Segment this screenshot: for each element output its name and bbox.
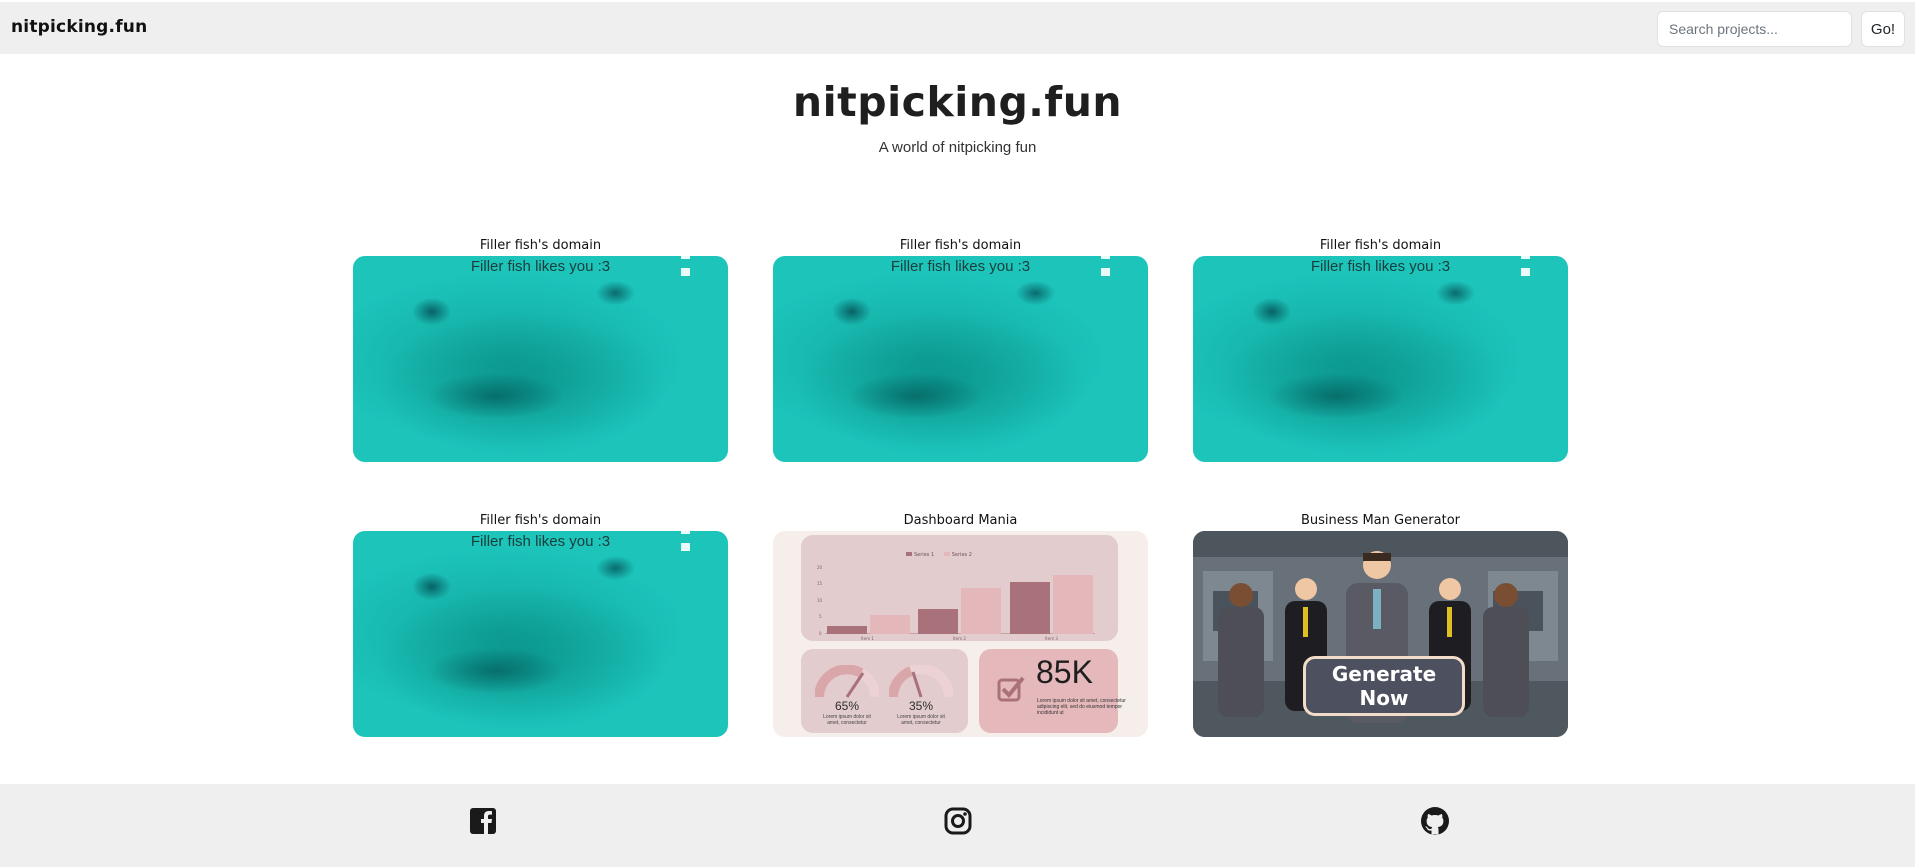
github-link[interactable] xyxy=(1419,805,1451,837)
facebook-icon xyxy=(470,808,496,834)
facebook-link[interactable] xyxy=(467,805,499,837)
bar-series-2-item-2 xyxy=(961,588,1001,634)
navbar: nitpicking.fun Go! xyxy=(0,0,1915,54)
go-button[interactable]: Go! xyxy=(1861,11,1905,47)
bar-series-1-item-2 xyxy=(918,609,958,634)
card-image-link[interactable]: Series 1 Series 2 20 15 10 5 0 Item 1 It… xyxy=(773,531,1148,737)
card-title: Filler fish's domain xyxy=(479,513,602,528)
x-label: Item 3 xyxy=(1045,636,1058,641)
legend-swatch-series-2 xyxy=(943,552,950,556)
navbar-brand[interactable]: nitpicking.fun xyxy=(11,17,147,37)
bar-series-2-item-3 xyxy=(1053,575,1093,634)
github-icon xyxy=(1421,807,1449,835)
page-subtitle: A world of nitpicking fun xyxy=(878,139,1037,156)
bar-series-1-item-1 xyxy=(827,626,867,634)
instagram-icon xyxy=(944,807,972,835)
card-caption: Filler fish likes you :3 xyxy=(890,258,1031,275)
card-image-link[interactable]: Filler fish likes you :3 xyxy=(353,531,728,737)
card-image-link[interactable]: Generate Now xyxy=(1193,531,1568,737)
checkbox-icon xyxy=(997,676,1025,702)
card-title: Filler fish's domain xyxy=(1319,238,1442,253)
card-caption: Filler fish likes you :3 xyxy=(470,533,611,550)
y-tick: 5 xyxy=(819,614,822,619)
card-image-link[interactable]: Filler fish likes you :3 xyxy=(1193,256,1568,462)
gauge-left-caption: Lorem ipsum dolor sit amet, consectetur xyxy=(823,714,871,726)
y-tick: 0 xyxy=(819,631,822,636)
legend-swatch-series-1 xyxy=(906,552,912,556)
page-title: nitpicking.fun xyxy=(792,78,1123,126)
card-caption: Filler fish likes you :3 xyxy=(470,258,611,275)
card-image-link[interactable]: Filler fish likes you :3 xyxy=(773,256,1148,462)
y-tick: 10 xyxy=(817,598,823,603)
y-tick: 20 xyxy=(817,565,823,570)
gauge-right-value: 35% xyxy=(909,699,934,713)
bar-series-2-item-1 xyxy=(870,615,910,634)
instagram-link[interactable] xyxy=(942,805,974,837)
kpi-caption: Lorem ipsum dolor sit amet, consectetur … xyxy=(1037,698,1126,716)
card-title: Business Man Generator xyxy=(1300,513,1461,528)
search-input[interactable] xyxy=(1657,11,1852,47)
x-label: Item 2 xyxy=(953,636,966,641)
card-title: Filler fish's domain xyxy=(479,238,602,253)
card-title: Dashboard Mania xyxy=(903,513,1018,528)
card-image-link[interactable]: Filler fish likes you :3 xyxy=(353,256,728,462)
gauge-right-caption: Lorem ipsum dolor sit amet, consectetur xyxy=(897,714,945,726)
generate-now-button[interactable]: Generate Now xyxy=(1303,656,1465,716)
bar-series-1-item-3 xyxy=(1010,582,1050,634)
y-tick: 15 xyxy=(817,581,823,586)
card-caption: Filler fish likes you :3 xyxy=(1310,258,1451,275)
gauge-left-value: 65% xyxy=(835,699,860,713)
x-label: Item 1 xyxy=(861,636,874,641)
gauge-right xyxy=(889,665,953,698)
card-title: Filler fish's domain xyxy=(899,238,1022,253)
kpi-value: 85K xyxy=(1036,654,1093,690)
gauge-left xyxy=(815,665,879,698)
footer xyxy=(0,784,1915,867)
dashboard-legend: Series 1 Series 2 xyxy=(898,552,972,558)
